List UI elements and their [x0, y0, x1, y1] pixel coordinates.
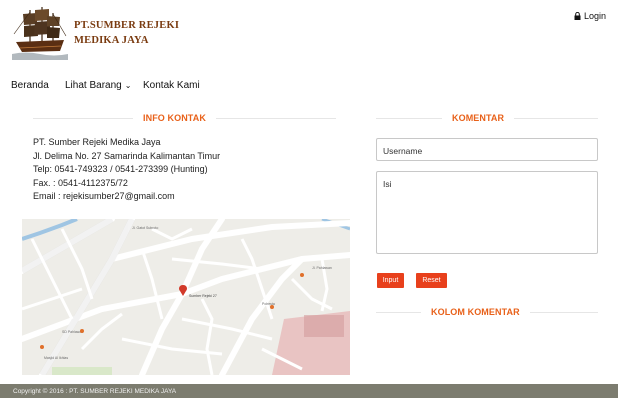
- site-header: PT.SUMBER REJEKI MEDIKA JAYA Login: [0, 0, 618, 68]
- section-title: KOMENTAR: [452, 113, 505, 123]
- message-placeholder: Isi: [383, 179, 392, 189]
- contact-details: PT. Sumber Rejeki Medika Jaya Jl. Delima…: [33, 136, 220, 204]
- copyright-text: Copyright © 2016 : PT. SUMBER REJEKI MED…: [13, 387, 177, 395]
- company-brand[interactable]: PT.SUMBER REJEKI MEDIKA JAYA: [74, 18, 179, 48]
- section-title: KOLOM KOMENTAR: [431, 307, 520, 317]
- komentar-heading: KOMENTAR: [376, 111, 598, 125]
- fax: Fax. : 0541-4112375/72: [33, 177, 128, 188]
- svg-text:Masjid Al Ikhlas: Masjid Al Ikhlas: [44, 356, 68, 360]
- svg-text:Sumber Rejeki 27: Sumber Rejeki 27: [189, 294, 217, 298]
- brand-line-2: MEDIKA JAYA: [74, 35, 149, 46]
- kolom-komentar-heading: KOLOM KOMENTAR: [376, 305, 598, 319]
- divider: [529, 311, 598, 313]
- location-map[interactable]: Jl. Gatot Subroto Jl. Pahlawan Polresta …: [22, 219, 350, 375]
- divider: [33, 117, 133, 119]
- address: Jl. Delima No. 27 Samarinda Kalimantan T…: [33, 150, 221, 161]
- section-title: INFO KONTAK: [143, 113, 206, 123]
- divider: [215, 117, 336, 119]
- nav-item-beranda[interactable]: Beranda: [11, 80, 49, 91]
- username-placeholder: Username: [383, 146, 423, 156]
- login-link[interactable]: Login: [574, 11, 606, 21]
- nav-item-lihat-barang[interactable]: Lihat Barang ⌄: [65, 80, 131, 91]
- svg-text:Jl. Gatot Subroto: Jl. Gatot Subroto: [132, 226, 158, 230]
- company-name: PT. Sumber Rejeki Medika Jaya: [33, 137, 161, 147]
- map-graphic: Jl. Gatot Subroto Jl. Pahlawan Polresta …: [22, 219, 350, 375]
- site-footer: Copyright © 2016 : PT. SUMBER REJEKI MED…: [0, 384, 618, 398]
- divider: [514, 117, 598, 119]
- lock-icon: [574, 12, 581, 20]
- phone: Telp: 0541-749323 / 0541-273399 (Hunting…: [33, 164, 208, 174]
- reset-button[interactable]: Reset: [416, 273, 447, 288]
- username-input[interactable]: Username: [376, 138, 598, 161]
- chevron-down-icon: ⌄: [124, 81, 132, 90]
- divider: [376, 117, 442, 119]
- login-label: Login: [583, 11, 606, 21]
- svg-text:Jl. Pahlawan: Jl. Pahlawan: [312, 266, 332, 270]
- sailing-ship-icon[interactable]: [12, 4, 68, 60]
- email: Email : rejekisumber27@gmail.com: [33, 191, 175, 201]
- main-nav: Beranda Lihat Barang ⌄ Kontak Kami: [0, 78, 618, 96]
- info-kontak-heading: INFO KONTAK: [33, 111, 336, 125]
- input-button[interactable]: Input: [377, 273, 404, 288]
- brand-line-1: PT.SUMBER REJEKI: [74, 20, 180, 31]
- nav-item-kontak-kami[interactable]: Kontak Kami: [143, 80, 200, 91]
- message-textarea[interactable]: Isi: [376, 171, 598, 254]
- divider: [376, 311, 421, 313]
- nav-item-label: Lihat Barang: [65, 80, 122, 91]
